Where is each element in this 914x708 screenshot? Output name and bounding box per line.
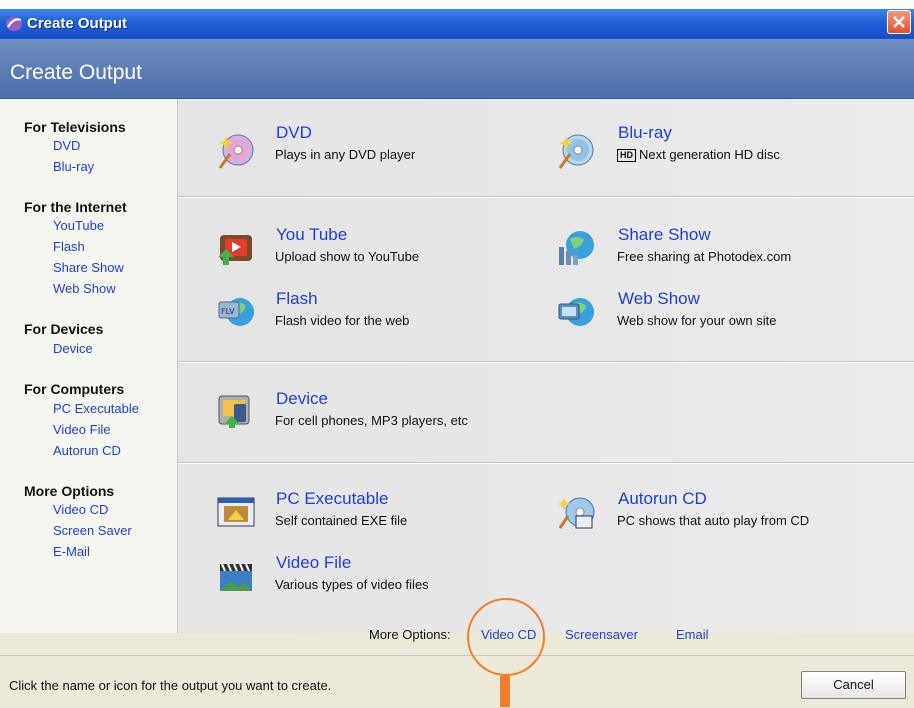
sidebar-item-email[interactable]: E-Mail — [53, 544, 90, 559]
sidebar-heading-more-options: More Options — [24, 483, 115, 499]
highlight-circle — [467, 598, 545, 676]
sidebar-item-autorun-cd[interactable]: Autorun CD — [53, 443, 121, 458]
option-video-file-title[interactable]: Video File — [276, 553, 351, 573]
option-autorun-cd-desc: PC shows that auto play from CD — [617, 513, 810, 528]
option-dvd-title[interactable]: DVD — [276, 123, 312, 143]
sidebar-item-youtube[interactable]: YouTube — [53, 218, 104, 233]
sidebar-item-bluray[interactable]: Blu-ray — [53, 159, 94, 174]
hd-badge: HD — [617, 149, 636, 162]
youtube-tv-icon[interactable] — [216, 227, 256, 267]
sidebar-item-share-show[interactable]: Share Show — [53, 260, 124, 275]
sidebar-item-screen-saver[interactable]: Screen Saver — [53, 523, 132, 538]
header-band: Create Output — [0, 39, 914, 99]
sidebar-item-pc-executable[interactable]: PC Executable — [53, 401, 139, 416]
sidebar-item-flash[interactable]: Flash — [53, 239, 85, 254]
title-bar[interactable]: Create Output — [0, 9, 914, 39]
option-bluray-title[interactable]: Blu-ray — [618, 123, 672, 143]
sidebar-heading-televisions: For Televisions — [24, 119, 126, 135]
sidebar-item-video-cd[interactable]: Video CD — [53, 502, 108, 517]
option-share-show-title[interactable]: Share Show — [618, 225, 711, 245]
option-web-show-title[interactable]: Web Show — [618, 289, 700, 309]
more-options-label: More Options: — [369, 627, 451, 642]
option-device-title[interactable]: Device — [276, 389, 328, 409]
window-title: Create Output — [27, 15, 128, 32]
app-logo-icon — [6, 17, 22, 31]
svg-text:FLV: FLV — [221, 307, 235, 316]
sidebar-item-dvd[interactable]: DVD — [53, 138, 80, 153]
option-share-show-desc: Free sharing at Photodex.com — [617, 249, 792, 264]
close-button[interactable] — [887, 10, 911, 34]
option-flash-desc: Flash video for the web — [275, 313, 410, 328]
sidebar-heading-devices: For Devices — [24, 321, 104, 337]
sidebar-heading-internet: For the Internet — [24, 199, 127, 215]
device-icon[interactable] — [216, 390, 256, 430]
option-dvd-desc: Plays in any DVD player — [275, 147, 416, 162]
bluray-disc-icon[interactable] — [556, 130, 596, 170]
option-youtube-desc: Upload show to YouTube — [275, 249, 420, 264]
option-video-file-desc: Various types of video files — [275, 577, 429, 592]
option-flash-title[interactable]: Flash — [276, 289, 318, 309]
dvd-disc-icon[interactable] — [216, 130, 256, 170]
option-pc-executable-desc: Self contained EXE file — [275, 513, 408, 528]
share-show-icon[interactable] — [556, 227, 596, 267]
option-device-desc: For cell phones, MP3 players, etc — [275, 413, 468, 428]
option-pc-executable-title[interactable]: PC Executable — [276, 489, 388, 509]
sidebar-item-device[interactable]: Device — [53, 341, 93, 356]
option-bluray-desc-text: Next generation HD disc — [639, 147, 780, 162]
option-youtube-title[interactable]: You Tube — [276, 225, 347, 245]
more-option-email[interactable]: Email — [676, 627, 709, 642]
more-option-screensaver[interactable]: Screensaver — [565, 627, 638, 642]
option-bluray-desc: HD Next generation HD disc — [617, 147, 780, 162]
sidebar-item-video-file[interactable]: Video File — [53, 422, 111, 437]
video-file-icon[interactable] — [216, 556, 256, 596]
callout-arrow — [500, 676, 510, 707]
pc-executable-icon[interactable] — [216, 492, 256, 532]
autorun-cd-icon[interactable] — [556, 492, 596, 532]
sidebar-heading-computers: For Computers — [24, 381, 125, 397]
close-icon — [893, 16, 905, 28]
cancel-button[interactable]: Cancel — [801, 671, 906, 699]
flash-video-icon[interactable]: FLV — [216, 292, 256, 332]
sidebar-item-web-show[interactable]: Web Show — [53, 281, 116, 296]
section-divider — [178, 197, 914, 198]
status-text: Click the name or icon for the output yo… — [9, 678, 332, 693]
section-divider — [178, 362, 914, 363]
section-divider — [178, 463, 914, 464]
page-title: Create Output — [10, 61, 142, 84]
web-show-icon[interactable] — [556, 292, 596, 332]
option-autorun-cd-title[interactable]: Autorun CD — [618, 489, 707, 509]
option-web-show-desc: Web show for your own site — [617, 313, 777, 328]
